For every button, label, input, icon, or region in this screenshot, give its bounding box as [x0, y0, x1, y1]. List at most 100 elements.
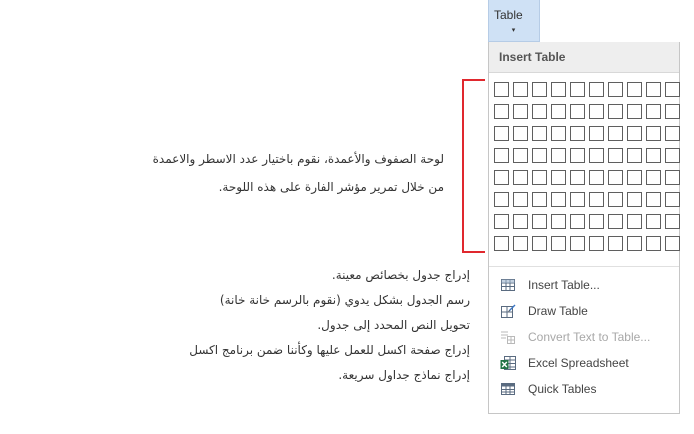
annotation-grid-line1: لوحة الصفوف والأعمدة، نقوم باختيار عدد ا… [152, 152, 444, 166]
grid-cell[interactable] [589, 126, 604, 141]
grid-cell[interactable] [513, 104, 528, 119]
grid-cell[interactable] [513, 82, 528, 97]
chevron-down-icon: ▾ [511, 27, 516, 34]
grid-cell[interactable] [570, 148, 585, 163]
grid-cell[interactable] [551, 82, 566, 97]
grid-cell[interactable] [513, 236, 528, 251]
grid-cell[interactable] [589, 104, 604, 119]
grid-cell[interactable] [532, 170, 547, 185]
grid-cell[interactable] [646, 170, 661, 185]
grid-cell[interactable] [665, 126, 680, 141]
grid-cell[interactable] [494, 214, 509, 229]
grid-cell[interactable] [589, 82, 604, 97]
grid-cell[interactable] [665, 236, 680, 251]
grid-cell[interactable] [608, 126, 623, 141]
grid-cell[interactable] [494, 170, 509, 185]
grid-cell[interactable] [627, 82, 642, 97]
grid-cell[interactable] [513, 192, 528, 207]
grid-cell[interactable] [551, 192, 566, 207]
grid-cell[interactable] [551, 104, 566, 119]
grid-cell[interactable] [494, 192, 509, 207]
grid-cell[interactable] [627, 126, 642, 141]
grid-cell[interactable] [589, 170, 604, 185]
grid-cell[interactable] [513, 148, 528, 163]
grid-cell[interactable] [513, 126, 528, 141]
grid-cell[interactable] [494, 148, 509, 163]
grid-cell[interactable] [646, 82, 661, 97]
menu-item-insert-table[interactable]: Insert Table... [489, 272, 679, 298]
grid-cell[interactable] [551, 148, 566, 163]
insert-table-icon [500, 277, 516, 293]
grid-cell[interactable] [494, 126, 509, 141]
grid-cell[interactable] [665, 82, 680, 97]
grid-cell[interactable] [646, 236, 661, 251]
menu-item-excel-spreadsheet[interactable]: Excel Spreadsheet [489, 350, 679, 376]
grid-cell[interactable] [570, 236, 585, 251]
grid-cell[interactable] [665, 104, 680, 119]
grid-cell[interactable] [532, 214, 547, 229]
grid-cell[interactable] [589, 214, 604, 229]
grid-cell[interactable] [646, 214, 661, 229]
grid-cell[interactable] [532, 126, 547, 141]
grid-cell[interactable] [627, 148, 642, 163]
table-ribbon-button[interactable]: Table ▾ [488, 0, 540, 42]
grid-cell[interactable] [665, 148, 680, 163]
grid-cell[interactable] [665, 214, 680, 229]
grid-cell[interactable] [608, 236, 623, 251]
annotation-quick-tables: إدراج نماذج جداول سريعة. [338, 368, 470, 382]
grid-cell[interactable] [532, 104, 547, 119]
annotation-insert-table: إدراج جدول بخصائص معينة. [331, 268, 470, 282]
grid-cell[interactable] [570, 170, 585, 185]
grid-cell[interactable] [589, 236, 604, 251]
grid-cell[interactable] [513, 214, 528, 229]
grid-cell[interactable] [532, 192, 547, 207]
table-size-grid[interactable] [494, 82, 680, 260]
grid-cell[interactable] [646, 104, 661, 119]
menu-item-label: Excel Spreadsheet [528, 356, 629, 370]
grid-cell[interactable] [551, 214, 566, 229]
grid-cell[interactable] [627, 214, 642, 229]
grid-cell[interactable] [570, 104, 585, 119]
grid-cell[interactable] [513, 170, 528, 185]
grid-cell[interactable] [646, 148, 661, 163]
grid-cell[interactable] [570, 82, 585, 97]
menu-item-convert-text-to-table[interactable]: Convert Text to Table... [489, 324, 679, 350]
table-ribbon-label: Table [494, 8, 523, 22]
draw-table-icon [500, 303, 516, 319]
grid-cell[interactable] [532, 82, 547, 97]
grid-cell[interactable] [627, 104, 642, 119]
grid-cell[interactable] [627, 236, 642, 251]
grid-cell[interactable] [551, 170, 566, 185]
menu-item-quick-tables[interactable]: Quick Tables [489, 376, 679, 402]
menu-item-draw-table[interactable]: Draw Table [489, 298, 679, 324]
grid-cell[interactable] [627, 170, 642, 185]
grid-cell[interactable] [646, 192, 661, 207]
menu-item-label: Insert Table... [528, 278, 600, 292]
grid-cell[interactable] [608, 148, 623, 163]
grid-cell[interactable] [589, 148, 604, 163]
grid-cell[interactable] [589, 192, 604, 207]
grid-cell[interactable] [570, 192, 585, 207]
grid-cell[interactable] [608, 192, 623, 207]
grid-cell[interactable] [646, 126, 661, 141]
grid-cell[interactable] [608, 82, 623, 97]
grid-cell[interactable] [494, 104, 509, 119]
insert-table-header: Insert Table [489, 42, 679, 73]
grid-cell[interactable] [494, 236, 509, 251]
menu-item-label: Draw Table [528, 304, 588, 318]
grid-cell[interactable] [532, 236, 547, 251]
grid-cell[interactable] [570, 214, 585, 229]
grid-cell[interactable] [665, 192, 680, 207]
grid-cell[interactable] [627, 192, 642, 207]
grid-cell[interactable] [608, 170, 623, 185]
grid-cell[interactable] [532, 148, 547, 163]
grid-cell[interactable] [665, 170, 680, 185]
annotation-excel-spreadsheet: إدراج صفحة اكسل للعمل عليها وكأننا ضمن ب… [189, 343, 470, 357]
grid-cell[interactable] [608, 104, 623, 119]
grid-cell[interactable] [494, 82, 509, 97]
grid-cell[interactable] [608, 214, 623, 229]
grid-cell[interactable] [570, 126, 585, 141]
menu-separator [489, 266, 679, 267]
grid-cell[interactable] [551, 126, 566, 141]
grid-cell[interactable] [551, 236, 566, 251]
